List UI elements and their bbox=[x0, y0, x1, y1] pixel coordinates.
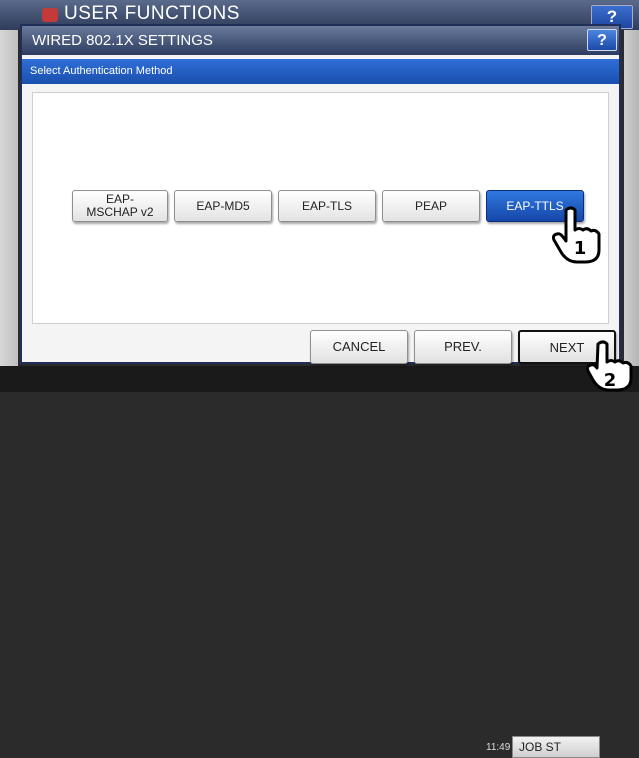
wired-8021x-dialog: WIRED 802.1X SETTINGS ? Select Authentic… bbox=[20, 24, 621, 364]
background-left-panel bbox=[0, 30, 18, 392]
pointing-hand-icon: 2 bbox=[586, 340, 633, 392]
method-peap-button[interactable]: PEAP bbox=[382, 190, 480, 222]
background-title: USER FUNCTIONS bbox=[64, 3, 240, 24]
background-right-panel bbox=[624, 30, 639, 392]
cancel-button[interactable]: CANCEL bbox=[310, 330, 408, 364]
instruction-bar: Select Authentication Method bbox=[22, 59, 619, 84]
method-label: PEAP bbox=[414, 198, 447, 213]
method-eap-md5-button[interactable]: EAP-MD5 bbox=[174, 190, 272, 222]
method-label: EAP-TLS bbox=[301, 198, 352, 213]
method-eap-tls-button[interactable]: EAP-TLS bbox=[278, 190, 376, 222]
job-status-button[interactable]: JOB ST bbox=[512, 736, 600, 758]
method-eap-mschapv2-button[interactable]: EAP-MSCHAP v2 bbox=[72, 190, 168, 222]
step-1-label: 1 bbox=[574, 238, 587, 259]
method-label: EAP-MSCHAP v2 bbox=[86, 192, 154, 219]
status-bar: 11:49 JOB ST bbox=[0, 366, 639, 758]
dialog-title: WIRED 802.1X SETTINGS bbox=[32, 32, 213, 49]
step-2-label: 2 bbox=[604, 370, 617, 391]
help-button[interactable]: ? bbox=[587, 29, 617, 51]
method-label: EAP-MD5 bbox=[196, 198, 250, 213]
clock: 11:49 bbox=[486, 742, 511, 753]
pointing-hand-icon: 1 bbox=[552, 206, 601, 264]
app-logo-icon bbox=[42, 8, 58, 22]
prev-button[interactable]: PREV. bbox=[414, 330, 512, 364]
instruction-text: Select Authentication Method bbox=[30, 65, 173, 77]
dialog-title-bar: WIRED 802.1X SETTINGS ? bbox=[22, 26, 619, 55]
